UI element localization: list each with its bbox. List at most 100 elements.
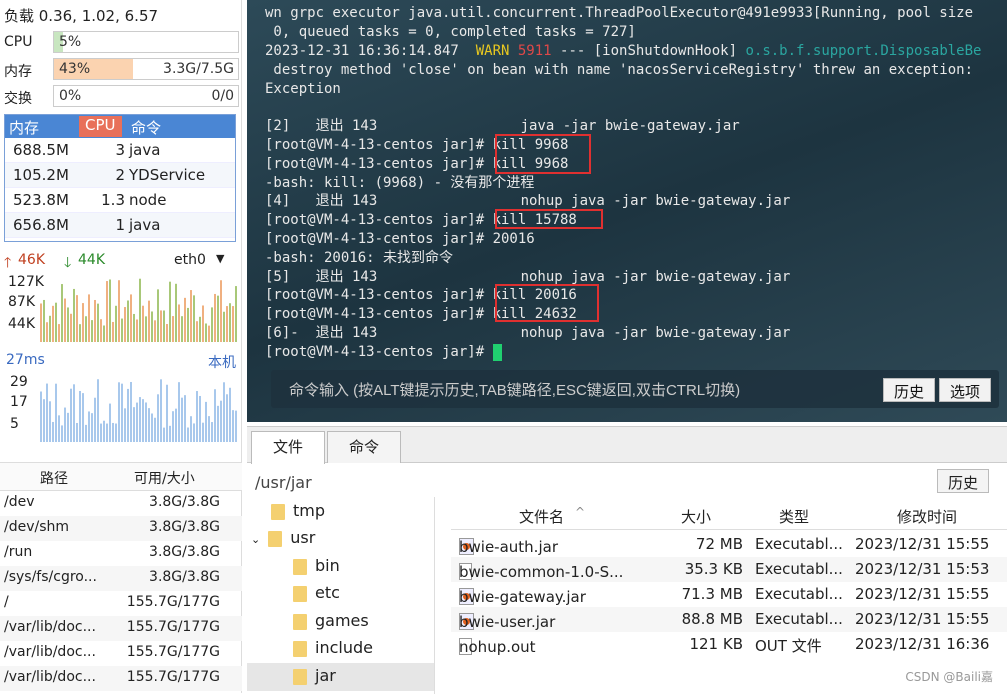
chart-bar [133, 407, 135, 442]
interface-select[interactable]: eth0 [174, 252, 206, 268]
col-modified[interactable]: 修改时间 [897, 506, 957, 527]
path-input[interactable]: /usr/jar [255, 473, 312, 492]
chart-bar [49, 401, 51, 442]
swap-pct: 0% [59, 88, 81, 104]
latency-host[interactable]: 本机 [208, 352, 236, 372]
disk-table[interactable]: 路径 可用/大小 /dev3.8G/3.8G/dev/shm3.8G/3.8G/… [0, 462, 242, 693]
tree-item-etc[interactable]: etc [293, 583, 340, 610]
col-cpu[interactable]: CPU [79, 116, 122, 137]
net-tick: 127K [8, 274, 44, 290]
file-name: bwie-gateway.jar [459, 588, 586, 606]
chart-bar [169, 282, 171, 342]
col-memory[interactable]: 内存 [9, 117, 39, 138]
disk-path: /dev [4, 494, 35, 510]
tree-item-include[interactable]: include [293, 638, 373, 665]
chart-bar [202, 305, 204, 342]
folder-tree[interactable]: tmp ⌄usr bin etc games include jar [247, 497, 435, 694]
terminal-line: wn grpc executor java.util.concurrent.Th… [265, 4, 973, 23]
chevron-down-icon[interactable]: ⌄ [251, 533, 260, 546]
command-input[interactable]: 命令输入 (按ALT键提示历史,TAB键路径,ESC键返回,双击CTRL切换) [289, 379, 740, 400]
tab-files[interactable]: 文件 [251, 431, 325, 464]
chart-bar [91, 320, 93, 342]
tree-item-bin[interactable]: bin [293, 556, 340, 583]
disk-path: / [4, 594, 9, 610]
process-row[interactable]: 688.5M3java [5, 138, 235, 163]
chart-bar [70, 314, 72, 342]
chart-bar [55, 303, 57, 342]
chart-bar [82, 303, 84, 342]
col-command[interactable]: 命令 [131, 117, 161, 138]
terminal-prompt[interactable]: [root@VM-4-13-centos jar]# [265, 343, 502, 362]
chart-bar [136, 319, 138, 342]
tree-item-games[interactable]: games [293, 611, 369, 638]
cpu-pct: 5% [59, 34, 81, 50]
file-size: 88.8 MB [682, 610, 743, 628]
file-list[interactable]: 文件名 ^ 大小 类型 修改时间 bwie-auth.jar72 MBExecu… [451, 500, 1007, 694]
col-size[interactable]: 大小 [681, 506, 711, 527]
col-avail[interactable]: 可用/大小 [134, 468, 195, 488]
chart-bar [175, 409, 177, 442]
process-row[interactable]: 523.8M1.3node [5, 188, 235, 213]
process-table-header: 内存 CPU 命令 [5, 115, 235, 138]
tree-label: jar [315, 666, 336, 685]
options-button[interactable]: 选项 [939, 378, 991, 402]
file-row[interactable]: bwie-gateway.jar71.3 MBExecutabl...2023/… [451, 582, 1007, 607]
chart-bar [97, 304, 99, 342]
chart-bar [160, 310, 162, 342]
chart-bar [229, 388, 231, 442]
chart-bar [106, 281, 108, 342]
ping-tick: 17 [10, 394, 28, 410]
chart-bar [79, 324, 81, 342]
chart-bar [118, 280, 120, 342]
file-row[interactable]: bwie-auth.jar72 MBExecutabl...2023/12/31… [451, 532, 1007, 557]
file-row[interactable]: nohup.out121 KBOUT 文件2023/12/31 16:36 [451, 632, 1007, 657]
disk-row[interactable]: /var/lib/doc...155.7G/177G [0, 616, 242, 641]
chart-bar [40, 303, 42, 342]
disk-avail: 155.7G/177G [127, 644, 220, 660]
terminal[interactable]: wn grpc executor java.util.concurrent.Th… [247, 0, 1007, 422]
col-type[interactable]: 类型 [779, 506, 809, 527]
disk-row[interactable]: /var/lib/doc...155.7G/177G [0, 641, 242, 666]
chevron-down-icon[interactable]: ▼ [216, 252, 224, 265]
tab-commands[interactable]: 命令 [327, 431, 401, 463]
terminal-line: [6]- 退出 143 nohup java -jar bwie-gateway… [265, 324, 790, 343]
process-row[interactable]: 105.2M2YDService [5, 163, 235, 188]
file-modified: 2023/12/31 15:55 [855, 535, 989, 553]
path-history-button[interactable]: 历史 [937, 469, 989, 493]
disk-row[interactable]: /run3.8G/3.8G [0, 541, 242, 566]
file-row[interactable]: bwie-common-1.0-S...35.3 KBExecutabl...2… [451, 557, 1007, 582]
chart-bar [184, 395, 186, 442]
disk-row[interactable]: /dev/shm3.8G/3.8G [0, 516, 242, 541]
folder-icon [293, 641, 307, 657]
chart-bar [118, 382, 120, 442]
highlight-box [495, 209, 603, 229]
chart-bar [46, 322, 48, 342]
tree-item-jar[interactable]: jar [247, 663, 434, 691]
disk-row[interactable]: /155.7G/177G [0, 591, 242, 616]
disk-path: /var/lib/doc... [4, 669, 96, 685]
command-input-bar[interactable]: 命令输入 (按ALT键提示历史,TAB键路径,ESC键返回,双击CTRL切换) … [271, 370, 999, 408]
file-type: Executabl... [755, 535, 843, 553]
history-button[interactable]: 历史 [883, 378, 935, 402]
log-timestamp: 2023-12-31 16:36:14.847 [265, 43, 476, 59]
disk-row[interactable]: /dev3.8G/3.8G [0, 491, 242, 516]
col-path[interactable]: 路径 [40, 468, 68, 488]
tree-label: games [315, 611, 369, 630]
chart-bar [43, 399, 45, 442]
proc-mem: 523.8M [13, 191, 69, 209]
process-table[interactable]: 内存 CPU 命令 688.5M3java 105.2M2YDService 5… [4, 114, 236, 242]
col-filename[interactable]: 文件名 [519, 506, 564, 527]
chart-bar [103, 421, 105, 442]
chart-bar [214, 294, 216, 342]
process-row[interactable]: 656.8M1java [5, 213, 235, 238]
disk-row[interactable]: /sys/fs/cgro...3.8G/3.8G [0, 566, 242, 591]
log-level: WARN [476, 43, 510, 59]
tree-item-tmp[interactable]: tmp [271, 501, 325, 528]
memory-value: 3.3G/7.5G [163, 61, 234, 77]
file-row[interactable]: bwie-user.jar88.8 MBExecutabl...2023/12/… [451, 607, 1007, 632]
tree-item-usr[interactable]: ⌄usr [251, 528, 315, 555]
tree-label: include [315, 638, 373, 657]
disk-row[interactable]: /var/lib/doc...155.7G/177G [0, 666, 242, 691]
chart-bar [127, 300, 129, 342]
chart-bar [190, 416, 192, 442]
